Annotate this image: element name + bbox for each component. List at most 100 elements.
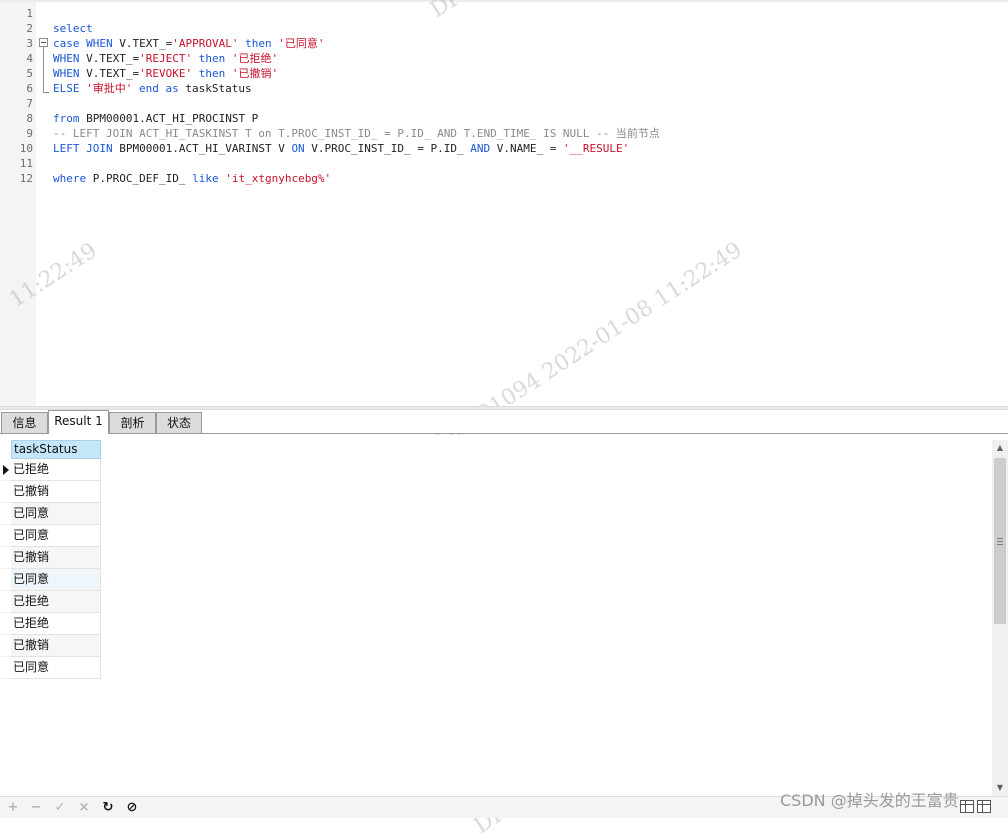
line-number: 10 bbox=[19, 142, 33, 155]
code-line[interactable]: 2 select bbox=[0, 21, 1008, 36]
row-indicator[interactable] bbox=[0, 547, 11, 569]
sql-keyword: LEFT bbox=[53, 142, 80, 155]
sql-keyword: case bbox=[53, 37, 80, 50]
row-indicator[interactable] bbox=[0, 503, 11, 525]
line-number: 7 bbox=[26, 97, 33, 110]
column-header-taskstatus[interactable]: taskStatus bbox=[11, 440, 101, 459]
sql-token: BPM00001.ACT_HI_VARINST V bbox=[112, 142, 292, 155]
table-cell[interactable]: 已拒绝 bbox=[11, 591, 101, 613]
code-line[interactable]: 3 case WHEN V.TEXT_='APPROVAL' then '已同意' bbox=[0, 36, 1008, 51]
result-tabbar: 信息 Result 1 剖析 状态 bbox=[0, 410, 1008, 434]
row-indicator[interactable] bbox=[0, 481, 11, 503]
row-indicator[interactable] bbox=[0, 525, 11, 547]
line-number: 3 bbox=[26, 37, 33, 50]
sql-token: V.TEXT_= bbox=[112, 37, 173, 50]
sql-keyword: WHEN bbox=[53, 67, 80, 80]
sql-token: V.NAME_ = bbox=[490, 142, 563, 155]
refresh-icon[interactable]: ↻ bbox=[99, 799, 117, 816]
sql-token: taskStatus bbox=[178, 82, 252, 95]
code-line[interactable]: 6 ELSE '审批中' end as taskStatus bbox=[0, 81, 1008, 96]
row-indicator[interactable] bbox=[0, 591, 11, 613]
tab-info[interactable]: 信息 bbox=[1, 412, 48, 433]
result-grid[interactable]: taskStatus 已拒绝 已撤销 已同意 已同意 已撤销 已同意 已拒绝 已拒绝 已撤销 已同… bbox=[0, 435, 1008, 796]
csdn-watermark: CSDN @掉头发的王富贵 bbox=[780, 791, 959, 810]
scroll-thumb[interactable] bbox=[994, 458, 1006, 624]
delete-record-icon[interactable]: − bbox=[27, 799, 45, 816]
sql-keyword: like bbox=[192, 172, 219, 185]
row-indicator[interactable] bbox=[0, 459, 11, 481]
fold-toggle-icon[interactable] bbox=[39, 38, 48, 47]
sql-token: V.TEXT_= bbox=[79, 52, 140, 65]
sql-string: '已撤销' bbox=[231, 67, 279, 80]
code-line[interactable]: 11 bbox=[0, 156, 1008, 171]
table-cell[interactable]: 已撤销 bbox=[11, 547, 101, 569]
table-cell[interactable]: 已同意 bbox=[11, 525, 101, 547]
apply-changes-icon[interactable]: ✓ bbox=[51, 799, 69, 816]
tab-profile[interactable]: 剖析 bbox=[109, 412, 156, 433]
code-text: select bbox=[53, 21, 93, 36]
vertical-scrollbar[interactable]: ▲ ▼ bbox=[992, 440, 1008, 796]
row-indicator[interactable] bbox=[0, 569, 11, 591]
code-text: where P.PROC_DEF_ID_ like 'it_xtgnyhcebg… bbox=[53, 171, 331, 186]
row-indicator[interactable] bbox=[0, 657, 11, 679]
sql-token: BPM00001.ACT_HI_PROCINST P bbox=[79, 112, 259, 125]
grid-view-icon[interactable] bbox=[960, 800, 974, 813]
scroll-up-icon[interactable]: ▲ bbox=[992, 440, 1008, 456]
line-number: 11 bbox=[19, 157, 33, 170]
row-indicator[interactable] bbox=[0, 613, 11, 635]
table-cell[interactable]: 已撤销 bbox=[11, 481, 101, 503]
sql-string: 'REVOKE' bbox=[139, 67, 193, 80]
sql-string: 'REJECT' bbox=[139, 52, 193, 65]
sql-keyword: ON bbox=[291, 142, 305, 155]
stop-icon[interactable]: ⊘ bbox=[123, 799, 141, 816]
code-text: from BPM00001.ACT_HI_PROCINST P bbox=[53, 111, 258, 126]
table-cell[interactable]: 已同意 bbox=[11, 657, 101, 679]
table-cell[interactable]: 已撤销 bbox=[11, 635, 101, 657]
sql-keyword: then bbox=[245, 37, 272, 50]
line-number: 2 bbox=[26, 22, 33, 35]
sql-comment: -- LEFT JOIN ACT_HI_TASKINST T on T.PROC… bbox=[53, 127, 660, 140]
code-line[interactable]: 5 WHEN V.TEXT_='REVOKE' then '已撤销' bbox=[0, 66, 1008, 81]
line-number: 5 bbox=[26, 67, 33, 80]
sql-keyword: end bbox=[139, 82, 159, 95]
table-cell[interactable]: 已拒绝 bbox=[11, 613, 101, 635]
code-line[interactable]: 8 from BPM00001.ACT_HI_PROCINST P bbox=[0, 111, 1008, 126]
sql-keyword: where bbox=[53, 172, 87, 185]
sql-string: '__RESULE' bbox=[563, 142, 630, 155]
code-text: WHEN V.TEXT_='REVOKE' then '已撤销' bbox=[53, 66, 278, 81]
scroll-down-icon[interactable]: ▼ bbox=[992, 780, 1008, 796]
scroll-grip-icon bbox=[997, 538, 1003, 545]
table-cell[interactable]: 已拒绝 bbox=[11, 459, 101, 481]
code-text: LEFT JOIN BPM00001.ACT_HI_VARINST V ON V… bbox=[53, 141, 629, 156]
code-text: -- LEFT JOIN ACT_HI_TASKINST T on T.PROC… bbox=[53, 126, 660, 141]
code-text: ELSE '审批中' end as taskStatus bbox=[53, 81, 252, 96]
sql-token: P.PROC_DEF_ID_ bbox=[86, 172, 193, 185]
code-line[interactable]: 1 bbox=[0, 6, 1008, 21]
code-line[interactable]: 12 where P.PROC_DEF_ID_ like 'it_xtgnyhce… bbox=[0, 171, 1008, 186]
sql-editor[interactable]: 1 2 select 3 case WHEN V.TEXT_='APPROVAL' th… bbox=[0, 0, 1008, 407]
code-line[interactable]: 10 LEFT JOIN BPM00001.ACT_HI_VARINST V ON… bbox=[0, 141, 1008, 156]
code-line[interactable]: 7 bbox=[0, 96, 1008, 111]
code-line[interactable]: 9 -- LEFT JOIN ACT_HI_TASKINST T on T.PRO… bbox=[0, 126, 1008, 141]
tab-status[interactable]: 状态 bbox=[156, 412, 202, 433]
add-record-icon[interactable]: + bbox=[4, 799, 22, 816]
sql-string: 'it_xtgnyhcebg%' bbox=[225, 172, 332, 185]
code-line[interactable]: 4 WHEN V.TEXT_='REJECT' then '已拒绝' bbox=[0, 51, 1008, 66]
table-cell[interactable]: 已同意 bbox=[11, 503, 101, 525]
line-number: 12 bbox=[19, 172, 33, 185]
form-view-icon[interactable] bbox=[977, 800, 991, 813]
discard-changes-icon[interactable]: × bbox=[75, 799, 93, 816]
table-cell[interactable]: 已同意 bbox=[11, 569, 101, 591]
sql-keyword: as bbox=[165, 82, 179, 95]
sql-keyword: ELSE bbox=[53, 82, 80, 95]
sql-keyword: WHEN bbox=[86, 37, 113, 50]
current-row-arrow-icon bbox=[3, 465, 9, 475]
tab-result-1[interactable]: Result 1 bbox=[48, 410, 109, 434]
row-indicator[interactable] bbox=[0, 635, 11, 657]
